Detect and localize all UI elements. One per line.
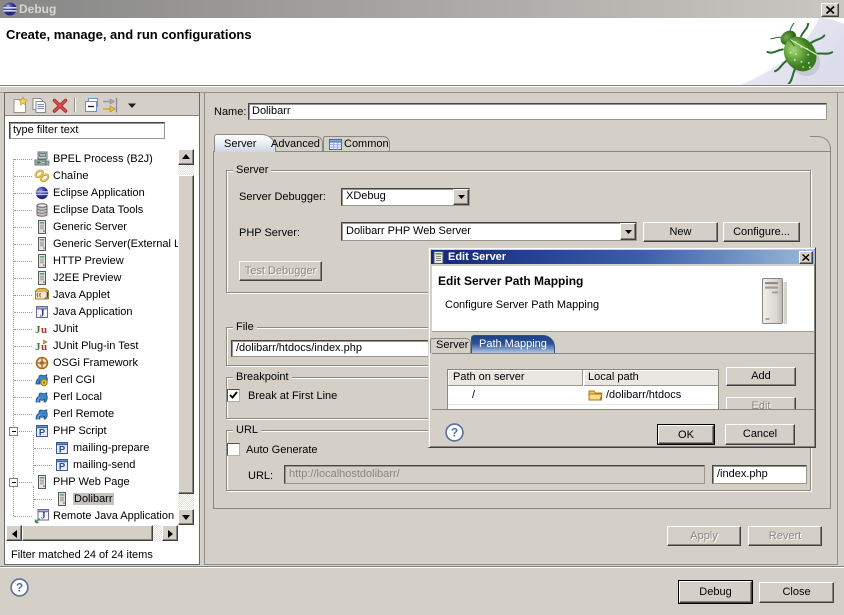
svg-text:?: ?: [451, 426, 458, 440]
svg-text:J: J: [45, 291, 50, 301]
svg-text:P: P: [39, 427, 46, 438]
svg-text:?: ?: [16, 581, 23, 595]
svg-text:u: u: [41, 324, 47, 336]
svg-text:J: J: [41, 511, 46, 521]
svg-text:P: P: [59, 461, 66, 472]
svg-text:J: J: [40, 309, 45, 320]
svg-text:P: P: [59, 444, 66, 455]
